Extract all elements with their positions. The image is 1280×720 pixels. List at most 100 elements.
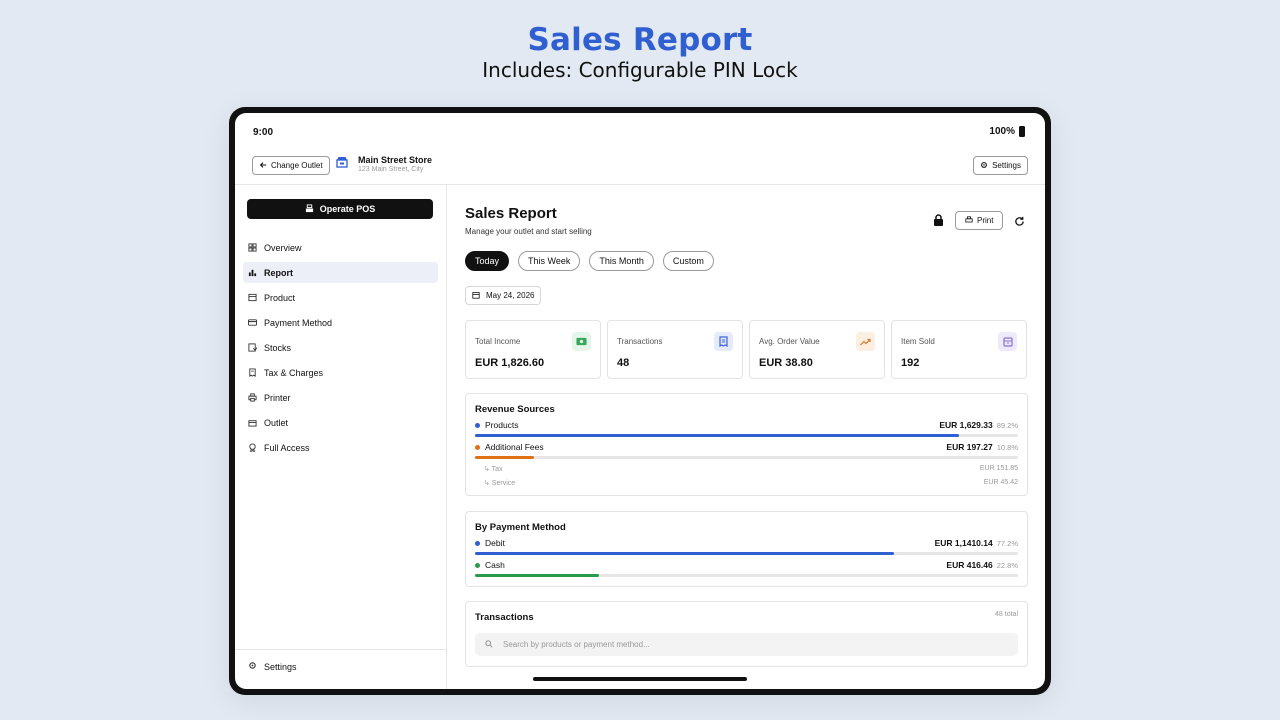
progress-fill (475, 552, 895, 555)
stat-transactions: Transactions 48 (607, 320, 743, 379)
stat-avg-order-value: Avg. Order Value EUR 38.80 (749, 320, 885, 379)
receipt-icon (714, 332, 733, 351)
hero-title: Sales Report (527, 22, 753, 58)
sidebar-item-overview[interactable]: Overview (243, 237, 438, 258)
card-title: Revenue Sources (475, 404, 555, 415)
progress-fill (475, 456, 534, 459)
page-subtitle: Manage your outlet and start selling (465, 227, 592, 236)
sidebar-item-payment-method[interactable]: Payment Method (243, 312, 438, 333)
sub-row-tax: ↳ Tax EUR 151.85 (484, 465, 1018, 473)
payment-row-cash: Cash EUR 416.46 22.8% (475, 560, 1018, 580)
row-amount: EUR 1,629.33 (939, 420, 993, 430)
operate-pos-label: Operate POS (319, 204, 376, 214)
series-dot (475, 422, 480, 428)
row-value: EUR 1,1410.14 77.2% (935, 538, 1018, 548)
row-amount: EUR 197.27 (946, 442, 993, 452)
sidebar-item-label: Report (264, 267, 293, 278)
sub-row-value: EUR 45.42 (983, 479, 1018, 486)
date-value: May 24, 2026 (486, 291, 535, 300)
filter-this-week[interactable]: This Week (518, 251, 581, 271)
progress-track (475, 456, 1018, 459)
bar-chart-icon (248, 268, 257, 277)
revenue-row-additional-fees: Additional Fees EUR 197.27 10.8% (475, 442, 1018, 462)
sidebar-item-settings[interactable]: Settings (248, 661, 297, 672)
operate-pos-button[interactable]: Operate POS (247, 199, 433, 219)
card-icon (248, 318, 257, 327)
stat-total-income: Total Income EUR 1,826.60 (465, 320, 601, 379)
sidebar-item-printer[interactable]: Printer (243, 387, 438, 408)
print-label: Print (977, 216, 994, 225)
filter-today[interactable]: Today (465, 251, 510, 271)
store-info[interactable]: Main Street Store 123 Main Street, City (336, 155, 432, 173)
row-label-text: Products (485, 420, 519, 430)
sidebar-item-label: Payment Method (264, 317, 333, 328)
sidebar-item-outlet[interactable]: Outlet (243, 412, 438, 433)
row-label: Debit (475, 538, 505, 548)
progress-fill (475, 574, 599, 577)
stat-value: 192 (901, 357, 920, 369)
filter-this-month[interactable]: This Month (589, 251, 654, 271)
sidebar-item-stocks[interactable]: Stocks (243, 337, 438, 358)
row-percent: 89.2% (996, 421, 1018, 430)
sidebar-item-full-access[interactable]: Full Access (243, 437, 438, 458)
top-bar: Change Outlet Main Street Store 123 Main… (235, 145, 1045, 185)
row-label-text: Additional Fees (485, 442, 544, 452)
transactions-count: 48 total (995, 611, 1018, 618)
sidebar-item-label: Overview (264, 242, 302, 253)
lock-icon[interactable] (933, 213, 944, 231)
card-title: Transactions (475, 612, 534, 623)
sidebar-item-label: Outlet (264, 417, 289, 428)
row-value: EUR 416.46 22.8% (946, 560, 1018, 570)
sidebar-item-label: Tax & Charges (264, 367, 324, 378)
settings-button[interactable]: Settings (973, 156, 1028, 175)
sidebar-item-label: Stocks (264, 342, 292, 353)
row-percent: 77.2% (996, 539, 1018, 548)
settings-label: Settings (992, 161, 1021, 170)
progress-track (475, 574, 1018, 577)
sidebar-settings-label: Settings (264, 661, 297, 672)
row-label: Products (475, 420, 519, 430)
row-label-text: Cash (485, 560, 505, 570)
progress-fill (475, 434, 960, 437)
status-battery: 100% (989, 126, 1025, 137)
progress-track (475, 434, 1018, 437)
change-outlet-label: Change Outlet (271, 161, 323, 170)
row-label: Additional Fees (475, 442, 544, 452)
stat-item-sold: Item Sold 192 (891, 320, 1027, 379)
stat-value: EUR 38.80 (759, 357, 813, 369)
stat-value: EUR 1,826.60 (475, 357, 545, 369)
home-indicator (533, 677, 747, 681)
row-amount: EUR 1,1410.14 (934, 538, 993, 548)
page-title: Sales Report (465, 205, 557, 222)
change-outlet-button[interactable]: Change Outlet (252, 156, 330, 175)
sidebar-item-label: Product (264, 292, 296, 303)
sidebar-item-tax-charges[interactable]: Tax & Charges (243, 362, 438, 383)
row-value: EUR 197.27 10.8% (946, 442, 1018, 452)
box-icon (248, 293, 257, 302)
battery-percent: 100% (989, 126, 1015, 137)
series-dot (475, 444, 480, 450)
store-icon (248, 418, 257, 427)
series-dot (475, 540, 480, 546)
transactions-search[interactable]: Search by products or payment method... (475, 633, 1018, 656)
row-amount: EUR 416.46 (946, 560, 993, 570)
search-placeholder: Search by products or payment method... (503, 640, 650, 649)
refresh-icon[interactable] (1014, 214, 1025, 232)
stat-label: Transactions (617, 337, 663, 346)
trend-up-icon (856, 332, 875, 351)
archive-icon (998, 332, 1017, 351)
sidebar-item-label: Full Access (264, 442, 310, 453)
date-picker[interactable]: May 24, 2026 (465, 286, 542, 305)
filter-custom[interactable]: Custom (662, 251, 714, 271)
sidebar-item-product[interactable]: Product (243, 287, 438, 308)
date-filter-tabs: Today This Week This Month Custom (465, 251, 714, 271)
gear-icon (248, 661, 257, 672)
print-button[interactable]: Print (955, 211, 1004, 230)
cash-icon (572, 332, 591, 351)
tablet-frame: 9:00 100% Change Outlet Main Street Stor… (229, 107, 1051, 695)
sidebar-item-report[interactable]: Report (243, 262, 438, 283)
row-value: EUR 1,629.33 89.2% (939, 420, 1018, 430)
stat-label: Total Income (475, 337, 521, 346)
sidebar-item-label: Printer (264, 392, 291, 403)
sub-row-label: ↳ Tax (484, 466, 503, 473)
